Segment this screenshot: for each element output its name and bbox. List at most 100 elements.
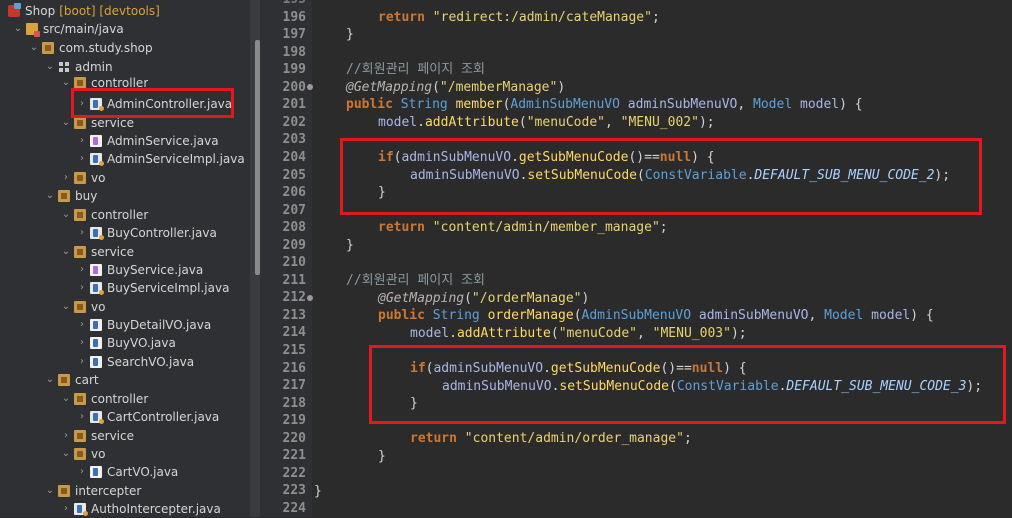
tree-package-buy-controller[interactable]: ⌄ controller: [60, 206, 148, 224]
package-explorer: Shop [boot] [devtools] ⌄ src/main/java ⌄…: [0, 0, 250, 517]
code-line-214: model.addAttribute("menuCode", "MENU_003…: [410, 326, 747, 341]
line-number: 214: [282, 325, 306, 340]
tree-package-buy-vo[interactable]: ⌄ vo: [60, 298, 106, 316]
line-number: 208: [282, 220, 306, 235]
tree-package-buy-service[interactable]: ⌄ service: [60, 243, 134, 261]
line-number: 217: [282, 378, 306, 393]
package-icon: [58, 485, 70, 497]
tree-file-adminserviceimpl[interactable]: › AdminServiceImpl.java: [76, 150, 245, 168]
chevron-right-icon[interactable]: ›: [76, 353, 88, 371]
chevron-down-icon[interactable]: ⌄: [12, 20, 24, 38]
tree-label: src/main/java: [43, 22, 124, 36]
fold-marker-icon[interactable]: [307, 295, 313, 301]
fold-marker-icon[interactable]: [307, 84, 313, 90]
tree-label: AuthoIntercepter.java: [91, 502, 221, 516]
line-number: 216: [282, 361, 306, 376]
chevron-down-icon[interactable]: ⌄: [60, 206, 72, 224]
code-line-211: //회원관리 페이지 조회: [346, 273, 485, 288]
project-suffix: [boot] [devtools]: [59, 4, 160, 18]
tree-src-main-java[interactable]: ⌄ src/main/java: [12, 20, 124, 38]
tree-label: AdminServiceImpl.java: [107, 152, 245, 166]
line-number: 219: [282, 413, 306, 428]
tree-file-buyvo[interactable]: › BuyVO.java: [76, 334, 176, 352]
chevron-right-icon[interactable]: ›: [76, 150, 88, 168]
line-number: 207: [282, 203, 306, 218]
line-number: 198: [282, 45, 306, 60]
chevron-right-icon[interactable]: ›: [76, 279, 88, 297]
tree-package-cart-vo[interactable]: ⌄ vo: [60, 445, 106, 463]
tree-package-admin[interactable]: ⌄ admin: [44, 58, 113, 76]
tree-file-buyservice[interactable]: › BuyService.java: [76, 261, 203, 279]
tree-label: admin: [75, 60, 113, 74]
line-number: 196: [282, 10, 306, 25]
package-icon: [58, 61, 70, 73]
tree-label: service: [91, 429, 134, 443]
tree-package-buy[interactable]: ⌄ buy: [44, 187, 98, 205]
tree-label: BuyServiceImpl.java: [107, 281, 230, 295]
tree-file-cartcontroller[interactable]: › CartController.java: [76, 408, 219, 426]
code-line-220: return "content/admin/order_manage";: [410, 431, 692, 446]
tree-label: buy: [75, 189, 98, 203]
tree-label: intercepter: [75, 484, 142, 498]
chevron-right-icon[interactable]: ›: [76, 334, 88, 352]
tree-package-cart-controller[interactable]: ⌄ controller: [60, 390, 148, 408]
line-number: 212: [282, 290, 306, 305]
chevron-right-icon[interactable]: ›: [76, 261, 88, 279]
line-number: 201: [282, 97, 306, 112]
line-number: 224: [282, 501, 306, 516]
line-number: 220: [282, 431, 306, 446]
line-number: 199: [282, 62, 306, 77]
java-class-icon: [90, 282, 104, 295]
chevron-right-icon[interactable]: ›: [60, 427, 72, 445]
tree-label: CartController.java: [107, 410, 220, 424]
tree-package-cart[interactable]: ⌄ cart: [44, 371, 99, 389]
package-icon: [74, 209, 86, 221]
package-icon: [74, 301, 86, 313]
tree-file-authointercepter[interactable]: › AuthoIntercepter.java: [60, 500, 221, 517]
java-class-icon: [90, 411, 104, 424]
chevron-right-icon[interactable]: ›: [76, 132, 88, 150]
code-line-223: }: [314, 484, 322, 499]
tree-file-searchvo[interactable]: › SearchVO.java: [76, 353, 194, 371]
chevron-right-icon[interactable]: ›: [76, 316, 88, 334]
chevron-right-icon[interactable]: ›: [76, 463, 88, 481]
line-number: 204: [282, 150, 306, 165]
tree-file-cartvo[interactable]: › CartVO.java: [76, 463, 178, 481]
chevron-down-icon[interactable]: ⌄: [60, 445, 72, 463]
tree-file-buydetailvo[interactable]: › BuyDetailVO.java: [76, 316, 211, 334]
chevron-down-icon[interactable]: ⌄: [60, 243, 72, 261]
line-number: 200: [282, 80, 306, 95]
tree-package-com-study-shop[interactable]: ⌄ com.study.shop: [28, 39, 153, 57]
java-class-icon: [90, 466, 102, 478]
tree-label: service: [91, 245, 134, 259]
chevron-right-icon[interactable]: ›: [76, 408, 88, 426]
tree-package-admin-vo[interactable]: › vo: [60, 169, 105, 187]
tree-file-buyserviceimpl[interactable]: › BuyServiceImpl.java: [76, 279, 229, 297]
chevron-right-icon[interactable]: ›: [76, 224, 88, 242]
chevron-down-icon[interactable]: ⌄: [44, 58, 56, 76]
chevron-right-icon[interactable]: ›: [60, 169, 72, 187]
code-line-199: //회원관리 페이지 조회: [346, 62, 485, 77]
chevron-down-icon[interactable]: ⌄: [28, 39, 40, 57]
java-class-icon: [90, 356, 102, 368]
tree-file-buycontroller[interactable]: › BuyController.java: [76, 224, 217, 242]
tree-project-shop[interactable]: Shop [boot] [devtools]: [8, 2, 160, 20]
line-number: 211: [282, 273, 306, 288]
line-number: 197: [282, 27, 306, 42]
chevron-down-icon[interactable]: ⌄: [44, 482, 56, 500]
package-icon: [42, 42, 54, 54]
code-line-202: model.addAttribute("menuCode", "MENU_002…: [378, 115, 715, 130]
line-number: 221: [282, 448, 306, 463]
code-line-201: public String member(AdminSubMenuVO admi…: [346, 97, 863, 112]
chevron-down-icon[interactable]: ⌄: [60, 390, 72, 408]
chevron-down-icon[interactable]: ⌄: [44, 371, 56, 389]
chevron-down-icon[interactable]: ⌄: [60, 298, 72, 316]
tree-package-intercepter[interactable]: ⌄ intercepter: [44, 482, 142, 500]
tree-label: com.study.shop: [59, 41, 153, 55]
tree-package-cart-service[interactable]: › service: [60, 427, 134, 445]
tree-file-adminservice[interactable]: › AdminService.java: [76, 132, 219, 150]
tree-label: vo: [91, 300, 106, 314]
tree-label: vo: [91, 171, 106, 185]
chevron-down-icon[interactable]: ⌄: [44, 187, 56, 205]
chevron-right-icon[interactable]: ›: [60, 500, 72, 517]
